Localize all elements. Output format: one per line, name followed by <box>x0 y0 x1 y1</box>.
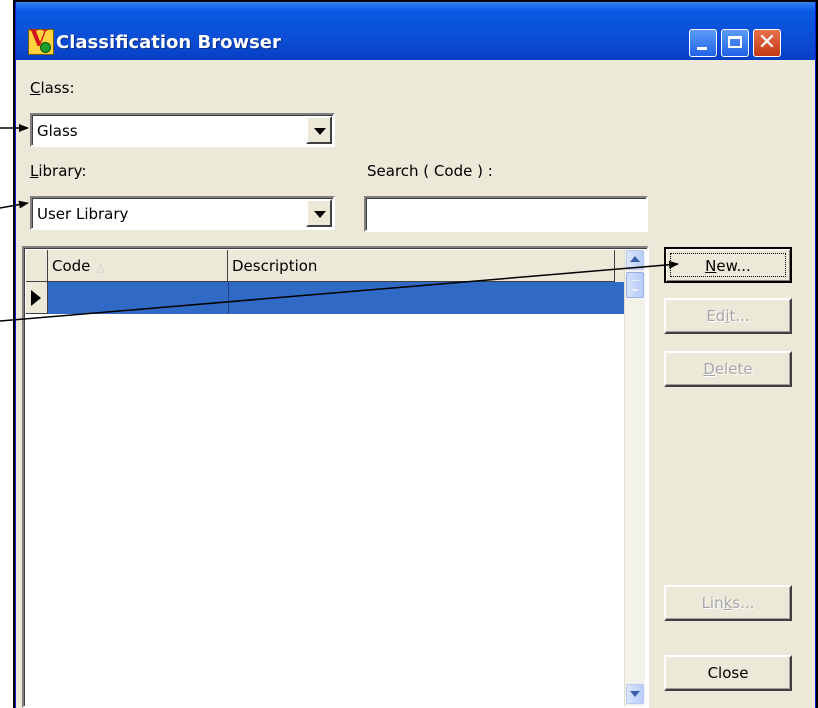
maximize-button[interactable] <box>721 29 749 57</box>
library-dropdown-button[interactable] <box>306 199 332 227</box>
current-row-icon <box>31 290 41 306</box>
column-header-code[interactable]: Code △ <box>48 250 228 282</box>
focus-rectangle: New... <box>670 253 786 277</box>
row-selector-header <box>26 250 48 282</box>
delete-button[interactable]: Delete <box>664 351 792 387</box>
sort-ascending-icon: △ <box>96 261 105 274</box>
edit-button[interactable]: Edit... <box>664 298 792 334</box>
close-icon: ✕ <box>757 30 777 55</box>
window-title: Classification Browser <box>56 32 281 53</box>
class-combo-value: Glass <box>37 122 78 140</box>
search-code-input[interactable] <box>364 196 648 232</box>
app-logo-dot <box>40 42 51 53</box>
new-button[interactable]: New... <box>664 247 792 283</box>
cell-divider <box>228 282 229 314</box>
library-combo-value: User Library <box>37 205 129 223</box>
vertical-scrollbar[interactable] <box>624 250 645 706</box>
close-window-button[interactable]: ✕ <box>753 29 781 57</box>
table-row[interactable] <box>26 282 625 314</box>
library-combo[interactable]: User Library <box>30 196 335 230</box>
class-label: Class: <box>30 79 75 97</box>
class-combo[interactable]: Glass <box>30 113 335 147</box>
scroll-thumb[interactable] <box>626 272 644 298</box>
column-header-description[interactable]: Description <box>228 250 615 282</box>
minimize-button[interactable] <box>689 29 717 57</box>
class-dropdown-button[interactable] <box>306 116 332 144</box>
scroll-down-arrow-icon[interactable] <box>626 684 644 704</box>
close-button[interactable]: Close <box>664 655 792 691</box>
app-icon: V <box>28 26 54 55</box>
scroll-up-arrow-icon[interactable] <box>626 250 644 270</box>
library-label: Library: <box>30 162 87 180</box>
search-label: Search ( Code ) : <box>367 162 493 180</box>
grid-header: Code △ Description <box>26 250 625 282</box>
classification-grid[interactable]: Code △ Description <box>22 246 649 708</box>
row-selector[interactable] <box>26 282 48 314</box>
links-button[interactable]: Links... <box>664 585 792 621</box>
